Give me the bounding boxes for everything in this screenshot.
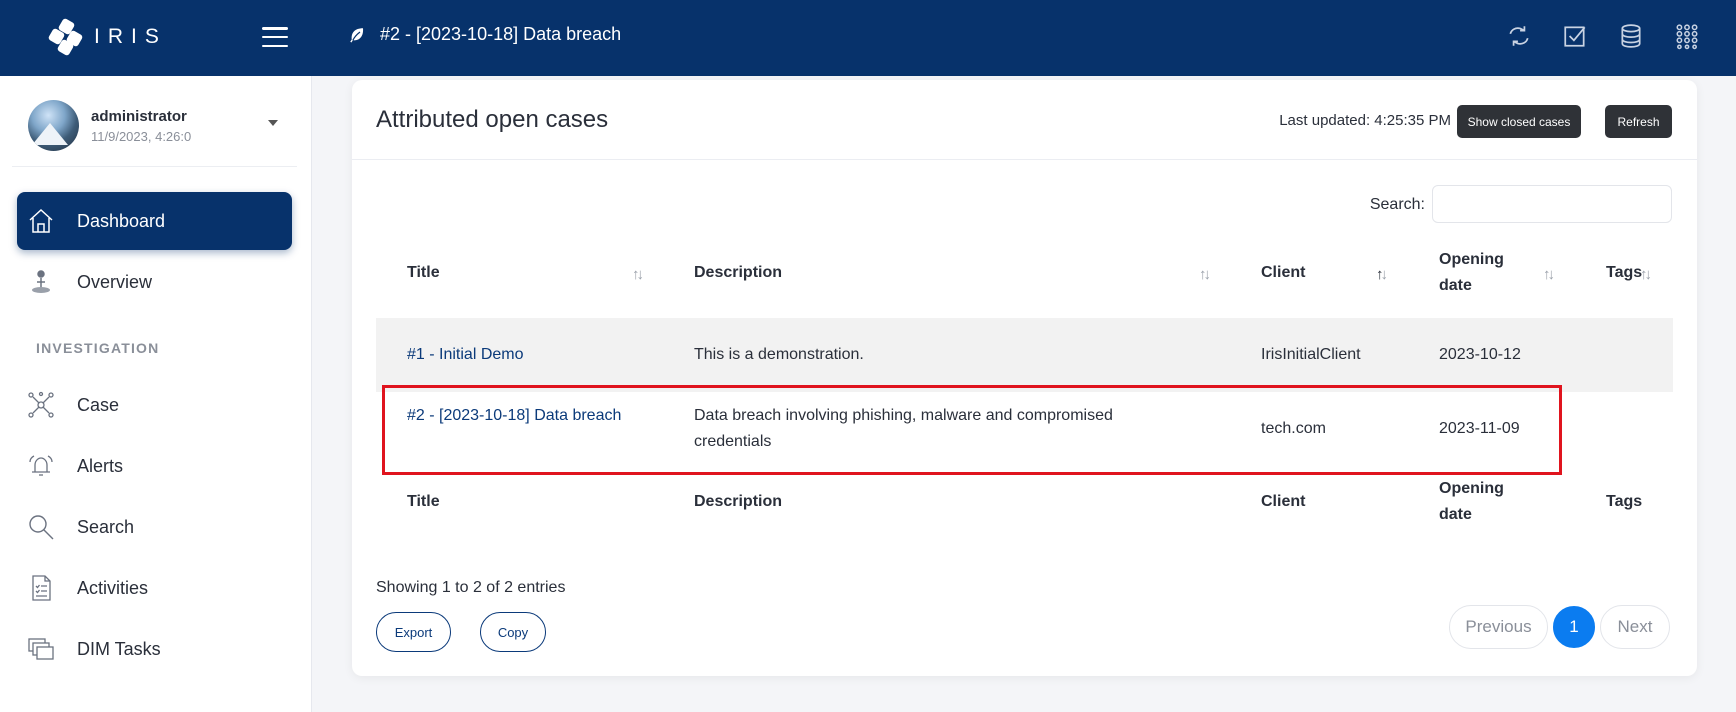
case-description: Data breach involving phishing, malware … xyxy=(694,407,1113,450)
sidebar-item-search[interactable]: Search xyxy=(17,498,292,556)
previous-page-button[interactable]: Previous xyxy=(1449,605,1548,649)
case-client: IrisInitialClient xyxy=(1261,346,1361,363)
sidebar-item-dim-tasks[interactable]: DIM Tasks xyxy=(17,620,292,678)
case-title-text: #2 - [2023-10-18] Data breach xyxy=(380,24,622,44)
case-client: tech.com xyxy=(1261,420,1326,437)
sidebar-divider xyxy=(12,166,297,167)
next-page-button[interactable]: Next xyxy=(1600,605,1670,649)
user-name: administrator xyxy=(91,107,187,125)
alarm-icon xyxy=(29,455,53,476)
sort-icon[interactable]: ↑↓ xyxy=(632,266,644,283)
table-row[interactable]: #1 - Initial Demo This is a demonstratio… xyxy=(376,318,1673,392)
column-header-tags[interactable]: Tags xyxy=(1606,260,1642,286)
footer-column-description: Description xyxy=(694,493,783,510)
user-menu-caret-icon[interactable] xyxy=(268,120,278,126)
hexagon-logo-icon xyxy=(47,17,84,57)
refresh-sync-icon[interactable] xyxy=(1506,22,1532,50)
last-updated-text: Last updated: 4:25:35 PM xyxy=(1279,112,1451,129)
sort-icon[interactable]: ↑↓ xyxy=(1199,266,1211,283)
footer-column-client: Client xyxy=(1261,493,1306,510)
sidebar-item-dashboard[interactable]: Dashboard xyxy=(17,192,292,250)
refresh-button[interactable]: Refresh xyxy=(1605,105,1672,138)
column-header-description[interactable]: Description xyxy=(694,260,782,286)
leaf-icon xyxy=(350,27,364,42)
person-pin-icon xyxy=(32,270,50,293)
sidebar-item-overview[interactable]: Overview xyxy=(17,253,292,311)
menu-toggle-button[interactable] xyxy=(262,27,288,47)
table-row[interactable]: #2 - [2023-10-18] Data breach Data breac… xyxy=(376,392,1673,468)
column-header-opening-date[interactable]: Opening date xyxy=(1439,247,1519,299)
brand-name: IRIS xyxy=(94,25,167,48)
search-input[interactable] xyxy=(1432,185,1672,223)
footer-column-tags: Tags xyxy=(1606,493,1643,510)
export-button[interactable]: Export xyxy=(376,612,451,652)
column-header-title[interactable]: Title xyxy=(407,260,440,286)
sort-icon[interactable]: ↑↓ xyxy=(1640,266,1652,283)
stack-icon xyxy=(28,638,54,660)
user-datetime: 11/9/2023, 4:26:0 xyxy=(91,128,192,144)
sidebar-item-case[interactable]: Case xyxy=(17,376,292,434)
sidebar: administrator 11/9/2023, 4:26:0 Dashboar… xyxy=(0,76,312,712)
case-title-link[interactable]: #2 - [2023-10-18] Data breach xyxy=(407,403,627,429)
current-case-title[interactable]: #2 - [2023-10-18] Data breach xyxy=(348,24,621,45)
sidebar-item-activities[interactable]: Activities xyxy=(17,559,292,617)
copy-button[interactable]: Copy xyxy=(480,612,546,652)
sidebar-item-label: DIM Tasks xyxy=(77,638,161,659)
home-icon xyxy=(29,208,53,233)
sidebar-item-label: Search xyxy=(77,516,135,537)
case-title-link[interactable]: #1 - Initial Demo xyxy=(407,342,524,368)
sidebar-item-alerts[interactable]: Alerts xyxy=(17,437,292,495)
footer-column-title: Title xyxy=(407,493,440,510)
entries-info: Showing 1 to 2 of 2 entries xyxy=(376,579,566,596)
section-title-investigation: INVESTIGATION xyxy=(36,340,160,356)
sidebar-item-label: Case xyxy=(77,394,120,415)
sidebar-item-label: Dashboard xyxy=(77,210,166,231)
attributed-cases-card: Attributed open cases Last updated: 4:25… xyxy=(352,80,1697,676)
page-1-button[interactable]: 1 xyxy=(1553,606,1595,648)
show-closed-cases-button[interactable]: Show closed cases xyxy=(1457,105,1581,138)
card-title: Attributed open cases xyxy=(376,106,609,133)
avatar xyxy=(28,100,79,151)
top-navbar: IRIS #2 - [2023-10-18] Data breach xyxy=(0,0,1736,76)
case-opening-date: 2023-11-09 xyxy=(1439,420,1520,437)
network-icon xyxy=(28,391,54,418)
column-header-client[interactable]: Client xyxy=(1261,260,1305,286)
case-description: This is a demonstration. xyxy=(694,346,864,363)
iris-logo[interactable]: IRIS xyxy=(47,17,167,57)
magnifier-icon xyxy=(29,515,54,540)
user-profile[interactable]: administrator 11/9/2023, 4:26:0 xyxy=(28,100,191,151)
sort-icon[interactable]: ↑↓ xyxy=(1543,266,1555,283)
sidebar-item-label: Alerts xyxy=(77,455,124,476)
case-opening-date: 2023-10-12 xyxy=(1439,346,1521,363)
checklist-icon xyxy=(32,575,51,601)
search-label: Search: xyxy=(1369,196,1425,213)
database-icon[interactable] xyxy=(1618,22,1644,50)
apps-grid-icon[interactable] xyxy=(1674,22,1700,50)
sort-ascending-icon[interactable]: ↑↓ xyxy=(1376,266,1388,283)
card-header: Attributed open cases Last updated: 4:25… xyxy=(352,80,1697,160)
sidebar-item-label: Activities xyxy=(77,577,149,598)
sidebar-item-label: Overview xyxy=(77,271,153,292)
footer-column-opening-date: Opening date xyxy=(1439,480,1504,523)
task-checkbox-icon[interactable] xyxy=(1562,22,1588,50)
